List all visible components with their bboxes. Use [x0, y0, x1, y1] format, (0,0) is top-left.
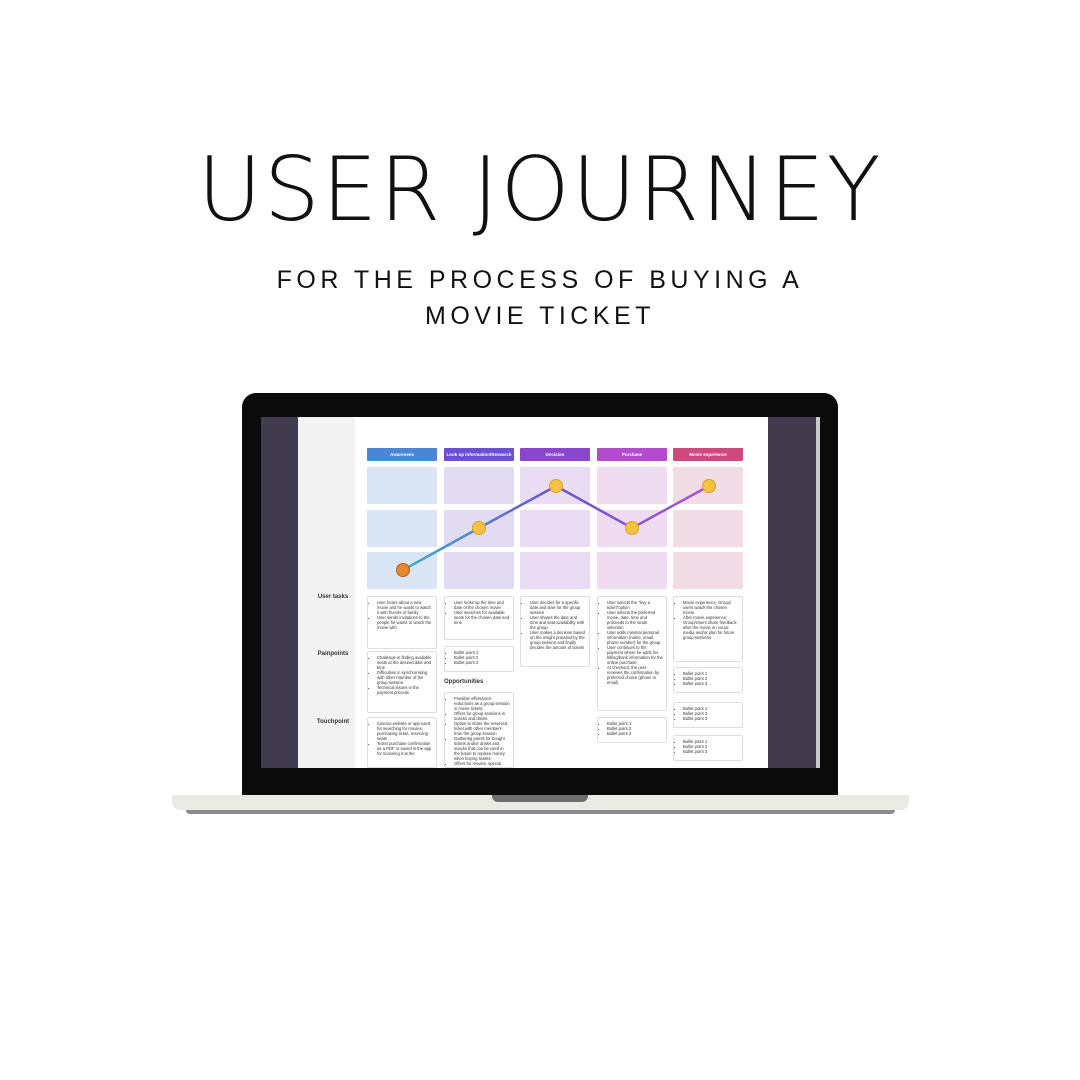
opportunity-item: Offers for group sessions in snacks and … — [454, 711, 510, 721]
bullet-item: Bullet point 3 — [683, 716, 739, 721]
user-task-item: User continues to the payment where he a… — [607, 645, 663, 665]
page-subtitle: FOR THE PROCESS OF BUYING A MOVIE TICKET — [0, 262, 1080, 334]
painpoint-item: Difficulties in synchronising with other… — [377, 670, 433, 685]
emotion-neutral-icon — [625, 521, 639, 535]
opportunity-item: Gathering points for bought tickets and/… — [454, 736, 510, 761]
user-task-item: After-movie experience: Group/Users shar… — [683, 615, 739, 640]
laptop-notch — [492, 795, 588, 802]
subtitle-line-1: FOR THE PROCESS OF BUYING A — [276, 266, 804, 294]
subtitle-line-2: MOVIE TICKET — [425, 302, 655, 330]
bullet-item: Bullet point 3 — [683, 681, 739, 686]
user-task-item: User adds minimal personal information (… — [607, 630, 663, 645]
user-tasks-research-card: User looks up the time and date of the c… — [444, 596, 514, 640]
page-title: USER JOURNEY — [197, 138, 883, 241]
user-task-item: User selects the preferred movie, date, … — [607, 610, 663, 630]
opportunity-item: Offers for movies, special — [454, 761, 510, 766]
laptop-screen: User tasks Painpoints Touchpoint Awarene… — [261, 417, 820, 768]
user-tasks-purchase-card: User selects the "buy a ticket"optionUse… — [597, 596, 667, 711]
painpoint-item: Challenge in finding available seats at … — [377, 655, 433, 670]
painpoints-awareness-card: Challenge in finding available seats at … — [367, 651, 437, 713]
emotion-frustrated-icon — [396, 563, 410, 577]
user-task-item: User searches for available seats for th… — [454, 610, 510, 625]
opportunity-item: Option to share the reserved ticket with… — [454, 721, 510, 736]
user-task-item: User shares the date and time and seat a… — [530, 615, 586, 630]
touchpoint-item: Cinema website or app used for searching… — [377, 721, 433, 741]
emotion-happy-icon — [549, 479, 563, 493]
emotion-happy-icon — [702, 479, 716, 493]
bullet-item: Bullet point 3 — [607, 731, 663, 736]
user-task-item: User decides for a specific date and tim… — [530, 600, 586, 615]
user-task-item: User makes a decision based on the insig… — [530, 630, 586, 650]
touchpoint-experience-card: Bullet point 1Bullet point 2Bullet point… — [673, 702, 743, 728]
touchpoint-purchase-card: Bullet point 1Bullet point 2Bullet point… — [597, 717, 667, 743]
painpoints-research-card: Bullet point 1Bullet point 2Bullet point… — [444, 646, 514, 672]
experience-extra-card: Bullet point 1Bullet point 2Bullet point… — [673, 735, 743, 761]
user-task-item: User looks up the time and date of the c… — [454, 600, 510, 610]
user-tasks-experience-card: Movie experience: Group/ users watch the… — [673, 596, 743, 662]
painpoints-experience-card: Bullet point 1Bullet point 2Bullet point… — [673, 667, 743, 693]
bullet-item: Bullet point 3 — [683, 749, 739, 754]
user-task-item: At checkout, the user receives the confi… — [607, 665, 663, 685]
user-task-item: User sends invitations to the people he … — [377, 615, 433, 630]
user-tasks-awareness-card: User hears about a new movie and he want… — [367, 596, 437, 649]
painpoint-item: Technical issues in the payment process — [377, 685, 433, 695]
user-task-item: Movie experience: Group/ users watch the… — [683, 600, 739, 615]
user-task-item: User selects the "buy a ticket"option — [607, 600, 663, 610]
emotion-neutral-icon — [472, 521, 486, 535]
touchpoint-item: Ticket purchase confirmation as a PDF or… — [377, 741, 433, 756]
laptop-shadow — [186, 810, 895, 814]
opportunities-card: Possible offers/price reductions as a gr… — [444, 692, 514, 768]
bullet-item: Bullet point 3 — [454, 660, 510, 665]
opportunity-item: Possible offers/price reductions as a gr… — [454, 696, 510, 711]
user-tasks-decision-card: User decides for a specific date and tim… — [520, 596, 590, 667]
touchpoint-awareness-card: Cinema website or app used for searching… — [367, 717, 437, 768]
opportunities-heading: Opportunities — [444, 679, 484, 685]
user-task-item: User hears about a new movie and he want… — [377, 600, 433, 615]
